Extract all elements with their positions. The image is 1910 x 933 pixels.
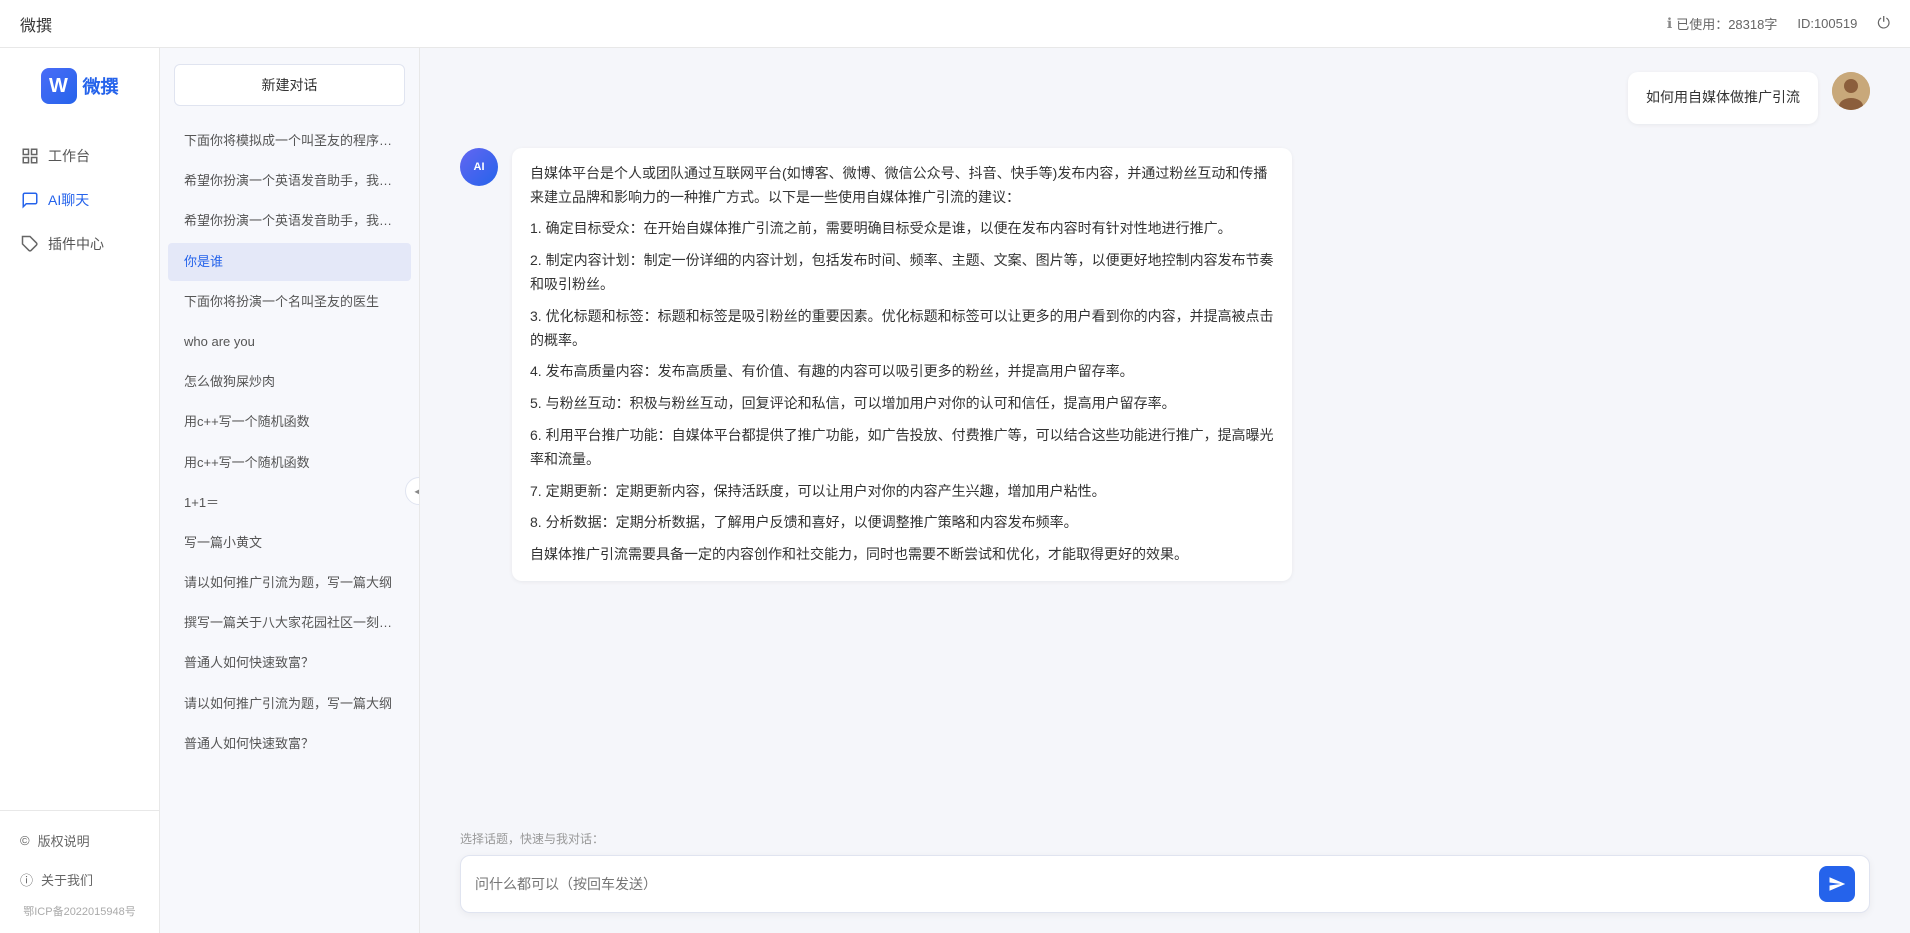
user-message-row: 如何用自媒体做推广引流 — [460, 72, 1870, 124]
ai-message-bubble: 自媒体平台是个人或团队通过互联网平台(如博客、微博、微信公众号、抖音、快手等)发… — [512, 148, 1292, 581]
sidebar-item-plugin-center-label: 插件中心 — [48, 234, 104, 254]
plugin-icon — [20, 234, 40, 254]
ai-paragraph: 4. 发布高质量内容：发布高质量、有价值、有趣的内容可以吸引更多的粉丝，并提高用… — [530, 360, 1274, 384]
ai-paragraph: 3. 优化标题和标签：标题和标签是吸引粉丝的重要因素。优化标题和标签可以让更多的… — [530, 305, 1274, 353]
topbar-right: ℹ 已使用：28318字 ID:100519 ⏻ — [1667, 14, 1890, 33]
conversation-item-c14[interactable]: 普通人如何快速致富？ — [168, 644, 411, 682]
conv-list: 新建对话 下面你将模拟成一个叫圣友的程序员，我说...希望你扮演一个英语发音助手… — [160, 48, 420, 933]
ai-paragraph: 5. 与粉丝互动：积极与粉丝互动，回复评论和私信，可以增加用户对你的认可和信任，… — [530, 392, 1274, 416]
main-layout: W 微撰 工作台 AI聊天 插件中心 — [0, 48, 1910, 933]
info-icon: ℹ — [1667, 15, 1672, 32]
conversation-item-c1[interactable]: 下面你将模拟成一个叫圣友的程序员，我说... — [168, 122, 411, 160]
conversation-item-c16[interactable]: 普通人如何快速致富？ — [168, 725, 411, 763]
conversation-item-c2[interactable]: 希望你扮演一个英语发音助手，我提供给你... — [168, 162, 411, 200]
footer-copyright-label: 版权说明 — [38, 831, 90, 850]
chat-input-area: 选择话题，快速与我对话： — [420, 818, 1910, 933]
usage-text: 已使用：28318字 — [1676, 14, 1777, 33]
sidebar-item-plugin-center[interactable]: 插件中心 — [0, 222, 159, 266]
conversation-item-c4[interactable]: 你是谁 — [168, 243, 411, 281]
sidebar-item-ai-chat-label: AI聊天 — [48, 190, 89, 210]
ai-paragraph: 2. 制定内容计划：制定一份详细的内容计划，包括发布时间、频率、主题、文案、图片… — [530, 249, 1274, 297]
new-conversation-button[interactable]: 新建对话 — [174, 64, 405, 106]
ai-paragraph: 自媒体推广引流需要具备一定的内容创作和社交能力，同时也需要不断尝试和优化，才能取… — [530, 543, 1274, 567]
footer-about-label: 关于我们 — [41, 870, 93, 889]
chat-messages: 如何用自媒体做推广引流 AI 自媒体平台是个人或团队通过互联网平台(如博客、微博… — [420, 48, 1910, 818]
sidebar-item-ai-chat[interactable]: AI聊天 — [0, 178, 159, 222]
conversation-item-c15[interactable]: 请以如何推广引流为题，写一篇大纲 — [168, 685, 411, 723]
sidebar-item-workbench[interactable]: 工作台 — [0, 134, 159, 178]
topbar-id: ID:100519 — [1797, 16, 1857, 31]
sidebar-item-workbench-label: 工作台 — [48, 146, 90, 166]
ai-paragraph: 6. 利用平台推广功能：自媒体平台都提供了推广功能，如广告投放、付费推广等，可以… — [530, 424, 1274, 472]
icp-text: 鄂ICP备2022015948号 — [0, 899, 159, 923]
conversation-item-c6[interactable]: who are you — [168, 323, 411, 361]
conversation-item-c3[interactable]: 希望你扮演一个英语发音助手，我提供给你... — [168, 202, 411, 240]
user-message-bubble: 如何用自媒体做推广引流 — [1628, 72, 1818, 124]
conversation-item-c10[interactable]: 1+1＝ — [168, 484, 411, 522]
conversation-items: 下面你将模拟成一个叫圣友的程序员，我说...希望你扮演一个英语发音助手，我提供给… — [160, 116, 419, 933]
logo-area: W 微撰 — [41, 68, 119, 104]
footer-item-about[interactable]: ⓘ 关于我们 — [0, 860, 159, 899]
conversation-item-c7[interactable]: 怎么做狗屎炒肉 — [168, 363, 411, 401]
ai-avatar: AI — [460, 148, 498, 186]
grid-icon — [20, 146, 40, 166]
ai-paragraph: 1. 确定目标受众：在开始自媒体推广引流之前，需要明确目标受众是谁，以便在发布内… — [530, 217, 1274, 241]
logout-icon[interactable]: ⏻ — [1877, 15, 1890, 33]
copyright-icon: © — [20, 833, 30, 848]
conversation-item-c12[interactable]: 请以如何推广引流为题，写一篇大纲 — [168, 564, 411, 602]
sidebar-footer: © 版权说明 ⓘ 关于我们 鄂ICP备2022015948号 — [0, 810, 159, 923]
conversation-item-c11[interactable]: 写一篇小黄文 — [168, 524, 411, 562]
footer-item-copyright[interactable]: © 版权说明 — [0, 821, 159, 860]
info-circle-icon: ⓘ — [20, 870, 33, 889]
sidebar: W 微撰 工作台 AI聊天 插件中心 — [0, 48, 160, 933]
conversation-item-c13[interactable]: 撰写一篇关于八大家花园社区一刻钟便民生... — [168, 604, 411, 642]
logo-text: 微撰 — [83, 73, 119, 99]
user-avatar — [1832, 72, 1870, 110]
ai-paragraph: 8. 分析数据：定期分析数据，了解用户反馈和喜好，以便调整推广策略和内容发布频率… — [530, 511, 1274, 535]
ai-paragraph: 自媒体平台是个人或团队通过互联网平台(如博客、微博、微信公众号、抖音、快手等)发… — [530, 162, 1274, 210]
chat-icon — [20, 190, 40, 210]
conversation-item-c9[interactable]: 用c++写一个随机函数 — [168, 444, 411, 482]
chat-area: 如何用自媒体做推广引流 AI 自媒体平台是个人或团队通过互联网平台(如博客、微博… — [420, 48, 1910, 933]
logo-icon: W — [41, 68, 77, 104]
conversation-item-c8[interactable]: 用c++写一个随机函数 — [168, 403, 411, 441]
user-message-text: 如何用自媒体做推广引流 — [1646, 89, 1800, 105]
topbar-usage: ℹ 已使用：28318字 — [1667, 14, 1777, 33]
quick-topics-label: 选择话题，快速与我对话： — [460, 830, 1870, 847]
nav-items: 工作台 AI聊天 插件中心 — [0, 134, 159, 810]
input-box-wrapper — [460, 855, 1870, 913]
send-button[interactable] — [1819, 866, 1855, 902]
ai-message-row: AI 自媒体平台是个人或团队通过互联网平台(如博客、微博、微信公众号、抖音、快手… — [460, 148, 1870, 581]
topbar: 微撰 ℹ 已使用：28318字 ID:100519 ⏻ — [0, 0, 1910, 48]
topbar-title: 微撰 — [20, 12, 1667, 36]
conversation-item-c5[interactable]: 下面你将扮演一个名叫圣友的医生 — [168, 283, 411, 321]
ai-paragraph: 7. 定期更新：定期更新内容，保持活跃度，可以让用户对你的内容产生兴趣，增加用户… — [530, 480, 1274, 504]
chat-input[interactable] — [475, 876, 1819, 892]
